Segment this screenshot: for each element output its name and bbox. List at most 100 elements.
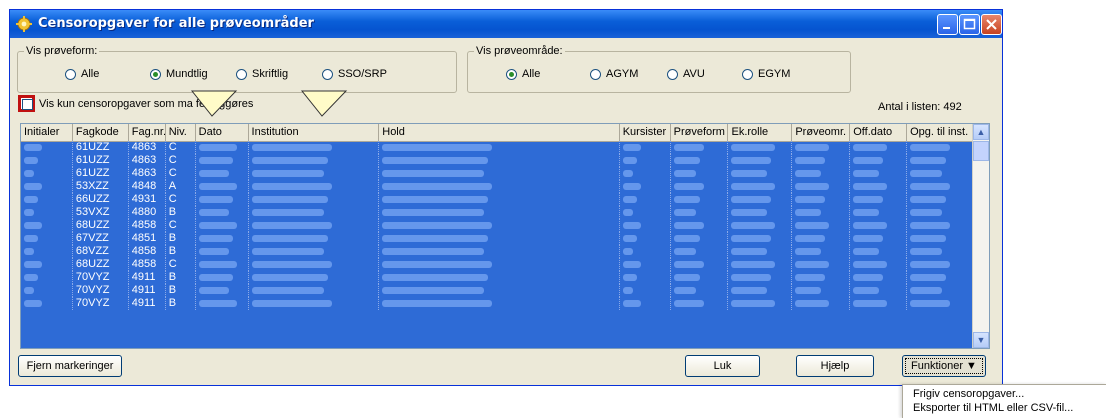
table-cell <box>907 154 973 167</box>
col-initialer[interactable]: Initialer <box>21 124 73 141</box>
radio-omraade-egym[interactable]: EGYM <box>742 68 790 80</box>
close-button[interactable]: Luk <box>685 355 760 377</box>
redacted-text <box>673 157 700 164</box>
col-proeveform[interactable]: Prøveform <box>671 124 729 141</box>
redacted-text <box>382 222 493 229</box>
col-niv[interactable]: Niv. <box>166 124 196 141</box>
table-cell <box>21 245 73 258</box>
table-cell <box>196 180 249 193</box>
col-fagkode[interactable]: Fagkode <box>73 124 129 141</box>
functions-menu: Frigiv censoropgaver... Eksporter til HT… <box>902 384 1106 418</box>
redacted-text <box>910 287 943 294</box>
radio-omraade-agym[interactable]: AGYM <box>590 68 638 80</box>
table-cell: C <box>166 141 196 154</box>
radio-omraade-avu[interactable]: AVU <box>667 68 705 80</box>
table-row[interactable]: 53XZZ 4848 A <box>21 180 973 193</box>
table-row[interactable]: 68UZZ 4858 C <box>21 219 973 232</box>
col-proeveomr[interactable]: Prøveomr. <box>792 124 851 141</box>
table-cell <box>249 219 380 232</box>
table-cell <box>196 271 249 284</box>
table-cell: B <box>166 232 196 245</box>
menu-item-frigiv[interactable]: Frigiv censoropgaver... <box>913 388 1024 400</box>
redacted-text <box>853 183 888 190</box>
scroll-up-button[interactable]: ▲ <box>973 124 989 140</box>
col-dato[interactable]: Dato <box>196 124 249 141</box>
table-cell <box>907 180 973 193</box>
redacted-text <box>731 209 768 216</box>
col-ekrolle[interactable]: Ek.rolle <box>728 124 793 141</box>
chevron-up-icon: ▲ <box>976 127 986 137</box>
redacted-text <box>731 144 776 151</box>
table-row[interactable]: 70VYZ 4911 B <box>21 271 973 284</box>
table-cell <box>249 258 380 271</box>
results-grid[interactable]: Initialer Fagkode Fag.nr. Niv. Dato Inst… <box>20 123 990 349</box>
redacted-text <box>382 235 489 242</box>
maximize-button[interactable] <box>959 14 980 35</box>
table-cell <box>379 219 620 232</box>
col-opg-til-inst[interactable]: Opg. til inst. <box>907 124 973 141</box>
table-cell <box>850 180 908 193</box>
radio-circle <box>236 68 247 80</box>
filter-checkbox[interactable] <box>18 95 35 112</box>
menu-item-eksporter[interactable]: Eksporter til HTML eller CSV-fil... <box>913 402 1073 414</box>
table-cell <box>249 206 380 219</box>
table-cell <box>196 297 249 310</box>
redacted-text <box>673 209 696 216</box>
table-row[interactable]: 70VYZ 4911 B <box>21 284 973 297</box>
table-row[interactable]: 68UZZ 4858 C <box>21 258 973 271</box>
table-cell <box>728 271 793 284</box>
radio-proeveform-skriftlig[interactable]: Skriftlig <box>236 68 288 80</box>
table-cell <box>196 154 249 167</box>
col-kursister[interactable]: Kursister <box>620 124 671 141</box>
radio-label: Mundtlig <box>166 68 208 80</box>
close-window-button[interactable] <box>981 14 1002 35</box>
table-cell <box>728 141 793 154</box>
table-cell <box>728 219 793 232</box>
table-row[interactable]: 67VZZ 4851 B <box>21 232 973 245</box>
table-cell: 4863 <box>129 141 166 154</box>
redacted-text <box>673 248 696 255</box>
minimize-button[interactable] <box>937 14 958 35</box>
table-cell <box>850 219 908 232</box>
table-cell <box>671 141 729 154</box>
table-cell <box>620 258 671 271</box>
table-row[interactable]: 70VYZ 4911 B <box>21 297 973 310</box>
help-button[interactable]: Hjælp <box>796 355 874 377</box>
table-cell <box>620 193 671 206</box>
clear-selection-button[interactable]: Fjern markeringer <box>18 355 122 377</box>
radio-omraade-alle[interactable]: Alle <box>506 68 540 80</box>
col-offdato[interactable]: Off.dato <box>850 124 908 141</box>
scroll-down-button[interactable]: ▼ <box>973 332 989 348</box>
redacted-text <box>673 183 704 190</box>
table-row[interactable]: 61UZZ 4863 C <box>21 154 973 167</box>
table-cell <box>249 245 380 258</box>
vertical-scrollbar[interactable]: ▲ ▼ <box>972 124 989 348</box>
radio-proeveform-mundtlig[interactable]: Mundtlig <box>150 68 208 80</box>
table-cell <box>21 219 73 232</box>
table-row[interactable]: 61UZZ 4863 C <box>21 141 973 154</box>
scroll-thumb[interactable] <box>973 141 989 161</box>
radio-circle-selected <box>150 68 161 80</box>
redacted-text <box>731 248 768 255</box>
table-cell: C <box>166 154 196 167</box>
col-fagnr[interactable]: Fag.nr. <box>129 124 166 141</box>
table-row[interactable]: 68VZZ 4858 B <box>21 245 973 258</box>
table-cell <box>196 193 249 206</box>
redacted-text <box>910 274 947 281</box>
table-cell <box>792 219 851 232</box>
table-cell: 4911 <box>129 297 166 310</box>
table-cell <box>620 206 671 219</box>
title-bar[interactable]: Censoropgaver for alle prøveområder <box>10 10 1002 38</box>
table-row[interactable]: 61UZZ 4863 C <box>21 167 973 180</box>
table-row[interactable]: 66UZZ 4931 C <box>21 193 973 206</box>
radio-proeveform-alle[interactable]: Alle <box>65 68 99 80</box>
proeveform-group: Vis prøveform: Alle Mundtlig Skriftlig S… <box>17 45 457 93</box>
grid-rows: 61UZZ 4863 C 61UZZ 4863 C 61UZZ 4863 C 53XZZ 4848 A… <box>21 141 973 348</box>
table-row[interactable]: 53VXZ 4880 B <box>21 206 973 219</box>
table-cell <box>907 193 973 206</box>
functions-button[interactable]: Funktioner ▼ <box>902 355 986 377</box>
redacted-text <box>198 287 229 294</box>
col-institution[interactable]: Institution <box>249 124 380 141</box>
col-hold[interactable]: Hold <box>379 124 620 141</box>
radio-proeveform-sso-srp[interactable]: SSO/SRP <box>322 68 387 80</box>
